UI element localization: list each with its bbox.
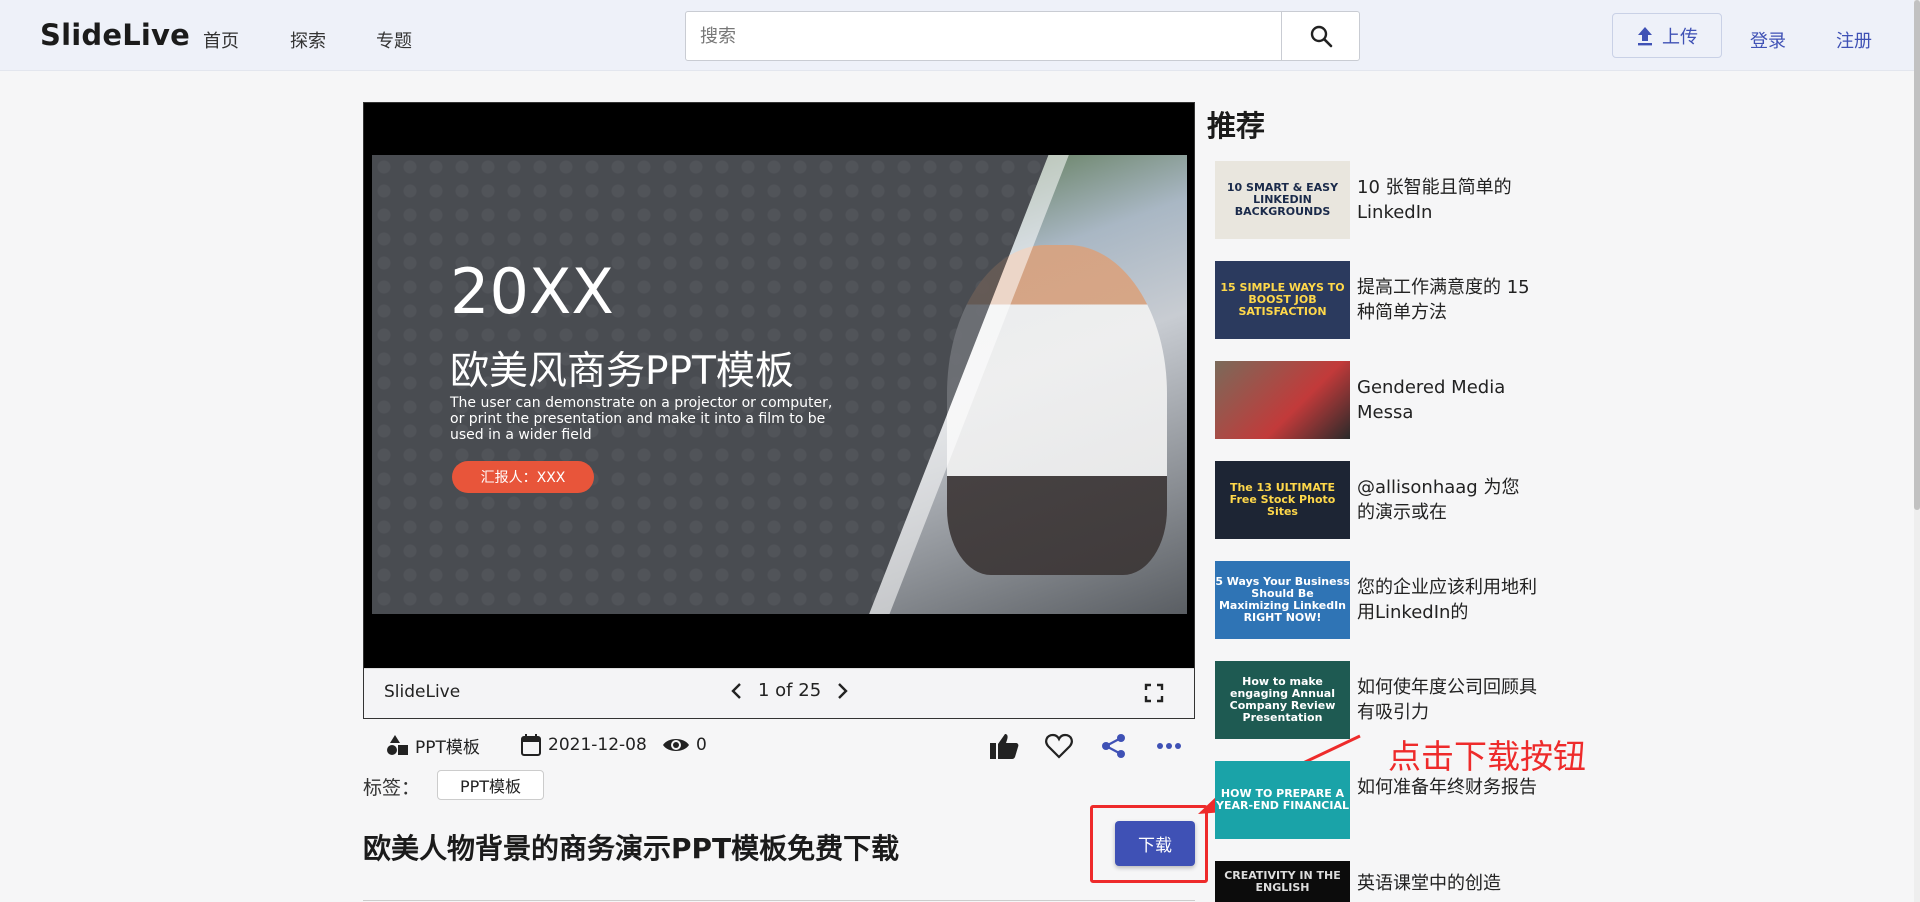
category-label: PPT模板 [415, 737, 480, 758]
recommend-item[interactable]: The 13 ULTIMATE Free Stock Photo Sites @… [1215, 461, 1545, 541]
recommend-title: 英语课堂中的创造 [1357, 873, 1501, 894]
more-horizontal-icon [1157, 743, 1181, 749]
search-button[interactable] [1281, 12, 1359, 60]
slide-reporter-pill: 汇报人：XXX [452, 461, 594, 493]
fullscreen-icon[interactable] [1144, 683, 1164, 703]
slide-preview[interactable]: 20XX 欧美风商务PPT模板 The user can demonstrate… [372, 155, 1187, 614]
search-input[interactable] [686, 12, 1281, 60]
search-box [685, 11, 1360, 61]
search-icon [1310, 25, 1332, 48]
content-divider [363, 900, 1195, 901]
top-navigation-bar: SlideLive 首页 探索 专题 上传 登录 注册 [0, 0, 1920, 71]
recommend-item[interactable]: CREATIVITY IN THE ENGLISH 英语课堂中的创造 [1215, 861, 1545, 902]
recommend-thumbnail [1215, 361, 1350, 439]
share-button[interactable] [1098, 730, 1130, 762]
heart-icon [1045, 733, 1073, 759]
recommend-title: 10 张智能且简单的 LinkedIn [1357, 177, 1512, 223]
login-link[interactable]: 登录 [1750, 27, 1786, 53]
more-button[interactable] [1153, 730, 1185, 762]
category-meta: PPT模板 [385, 732, 480, 758]
recommend-item[interactable]: 10 SMART & EASY LINKEDIN BACKGROUNDS 10 … [1215, 161, 1545, 241]
chevron-right-icon[interactable] [835, 682, 849, 700]
viewer-controls: SlideLive 1 of 25 [364, 668, 1194, 718]
recommend-item[interactable]: Gendered Media Messa [1215, 361, 1545, 441]
tag-chip[interactable]: PPT模板 [437, 770, 544, 800]
recommend-thumbnail: 15 SIMPLE WAYS TO BOOST JOB SATISFACTION [1215, 261, 1350, 339]
views-meta: 0 [662, 732, 707, 758]
upload-button[interactable]: 上传 [1612, 13, 1722, 58]
recommend-title: 如何使年度公司回顾具有吸引力 [1357, 677, 1537, 723]
recommend-title: 如何准备年终财务报告 [1357, 777, 1537, 798]
nav-topics[interactable]: 专题 [376, 27, 412, 53]
recommend-thumbnail: The 13 ULTIMATE Free Stock Photo Sites [1215, 461, 1350, 539]
date-meta: 2021-12-08 [520, 732, 647, 758]
eye-icon [663, 739, 689, 751]
slide-viewer: 20XX 欧美风商务PPT模板 The user can demonstrate… [363, 102, 1195, 719]
slide-subtitle: The user can demonstrate on a projector … [450, 395, 833, 443]
calendar-icon [521, 734, 541, 756]
brand-logo[interactable]: SlideLive [40, 18, 190, 52]
upload-label: 上传 [1662, 26, 1698, 48]
recommend-item[interactable]: 15 SIMPLE WAYS TO BOOST JOB SATISFACTION… [1215, 261, 1545, 341]
page-title: 欧美人物背景的商务演示PPT模板免费下载 [363, 832, 900, 865]
page-indicator: 1 of 25 [758, 680, 822, 701]
scrollbar-thumb[interactable] [1914, 0, 1920, 510]
page-scrollbar[interactable] [1914, 0, 1920, 902]
date-label: 2021-12-08 [548, 735, 647, 755]
recommend-thumbnail: 10 SMART & EASY LINKEDIN BACKGROUNDS [1215, 161, 1350, 239]
slide-title: 欧美风商务PPT模板 [450, 349, 794, 394]
nav-home[interactable]: 首页 [203, 27, 239, 53]
upload-icon [1638, 26, 1652, 45]
shapes-icon [387, 735, 408, 755]
views-count: 0 [696, 735, 707, 755]
viewer-brand: SlideLive [384, 682, 461, 702]
slide-year: 20XX [450, 255, 614, 328]
recommend-item[interactable]: 5 Ways Your Business Should Be Maximizin… [1215, 561, 1545, 641]
register-link[interactable]: 注册 [1836, 27, 1872, 53]
recommend-thumbnail: How to make engaging Annual Company Revi… [1215, 661, 1350, 739]
thumb-up-icon [990, 734, 1019, 759]
chevron-left-icon[interactable] [730, 682, 744, 700]
recommend-thumbnail: CREATIVITY IN THE ENGLISH [1215, 861, 1350, 902]
recommend-thumbnail: HOW TO PREPARE A YEAR-END FINANCIAL [1215, 761, 1350, 839]
recommend-thumbnail: 5 Ways Your Business Should Be Maximizin… [1215, 561, 1350, 639]
recommend-item[interactable]: How to make engaging Annual Company Revi… [1215, 661, 1545, 741]
recommend-title: 您的企业应该利用地利用LinkedIn的 [1357, 577, 1537, 623]
favorite-button[interactable] [1043, 730, 1075, 762]
like-button[interactable] [988, 730, 1020, 762]
nav-explore[interactable]: 探索 [290, 27, 326, 53]
recommend-heading: 推荐 [1207, 109, 1266, 143]
recommend-title: 提高工作满意度的 15 种简单方法 [1357, 277, 1530, 323]
recommend-item[interactable]: HOW TO PREPARE A YEAR-END FINANCIAL 如何准备… [1215, 761, 1545, 841]
recommend-title: Gendered Media Messa [1357, 377, 1506, 423]
tags-label: 标签： [363, 777, 421, 799]
recommend-title: @allisonhaag 为您的演示或在 [1357, 477, 1520, 523]
share-icon [1102, 734, 1125, 758]
pager: 1 of 25 [730, 680, 849, 701]
